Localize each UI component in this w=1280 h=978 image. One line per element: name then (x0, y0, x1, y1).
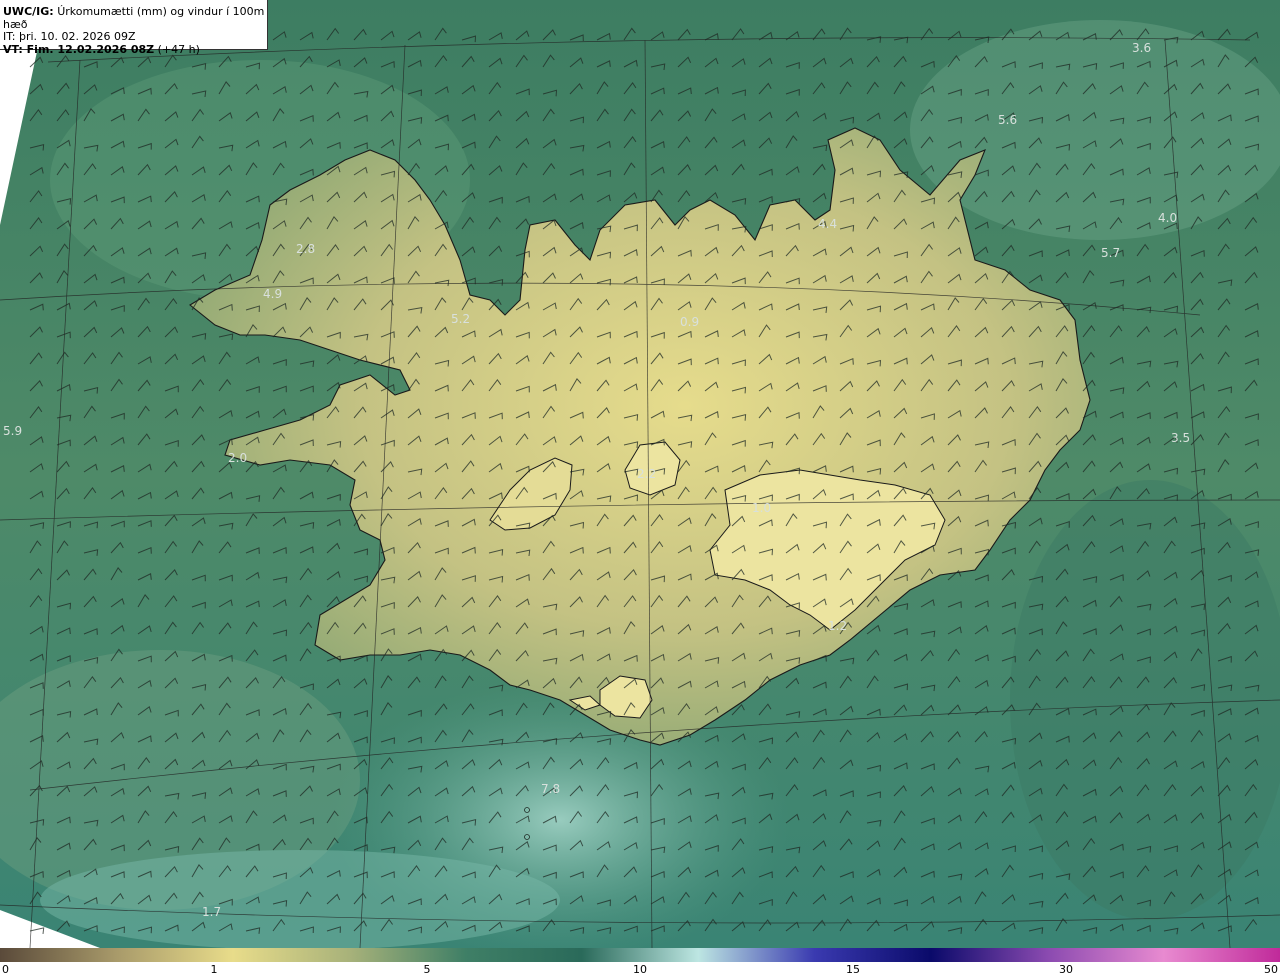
value-label: 1.7 (202, 905, 221, 919)
value-label: 1.2 (828, 619, 847, 633)
colorbar-tick: 15 (846, 963, 860, 976)
product-code: UWC/IG: (3, 5, 54, 18)
colorbar-tick: 0 (2, 963, 9, 976)
value-label: 5.2 (451, 312, 470, 326)
colorbar-tick: 10 (633, 963, 647, 976)
value-label: 5.6 (998, 113, 1017, 127)
map-info-box: UWC/IG: Úrkomumætti (mm) og vindur í 100… (0, 0, 268, 55)
value-label: 0.9 (680, 315, 699, 329)
colorbar-tick: 1 (210, 963, 218, 976)
value-label: 5.7 (1101, 246, 1120, 260)
value-label: 4.4 (818, 217, 837, 231)
value-label: 5.9 (3, 424, 22, 438)
colorbar-tick: 50 (1264, 963, 1278, 976)
value-label: 7.8 (541, 782, 560, 796)
init-time: þri. 10. 02. 2026 09Z (18, 30, 136, 43)
value-label: 3.6 (1132, 41, 1151, 55)
precipitation-wind-map: 3.6 5.6 4.4 4.0 5.7 2.8 4.9 5.2 5.9 3.5 … (0, 0, 1280, 948)
colorbar-tick: 5 (423, 963, 431, 976)
value-label: 4.0 (1158, 211, 1177, 225)
colorbar-ticks: 0 1 5 10 15 30 50 (0, 962, 1280, 978)
value-label: 2.8 (296, 242, 315, 256)
valid-time: Fim. 12.02.2026 08Z (26, 42, 155, 56)
init-prefix: IT: (3, 30, 16, 43)
colorbar (0, 948, 1280, 962)
value-label: 1.0 (752, 501, 771, 515)
value-label: 2.2 (637, 467, 656, 481)
colorbar-tick: 30 (1059, 963, 1073, 976)
valid-prefix: VT: (3, 42, 23, 56)
value-label: 3.5 (1171, 431, 1190, 445)
lead-time: (+47 h) (157, 42, 200, 56)
value-label: 2.0 (228, 451, 247, 465)
value-label: 4.9 (263, 287, 282, 301)
